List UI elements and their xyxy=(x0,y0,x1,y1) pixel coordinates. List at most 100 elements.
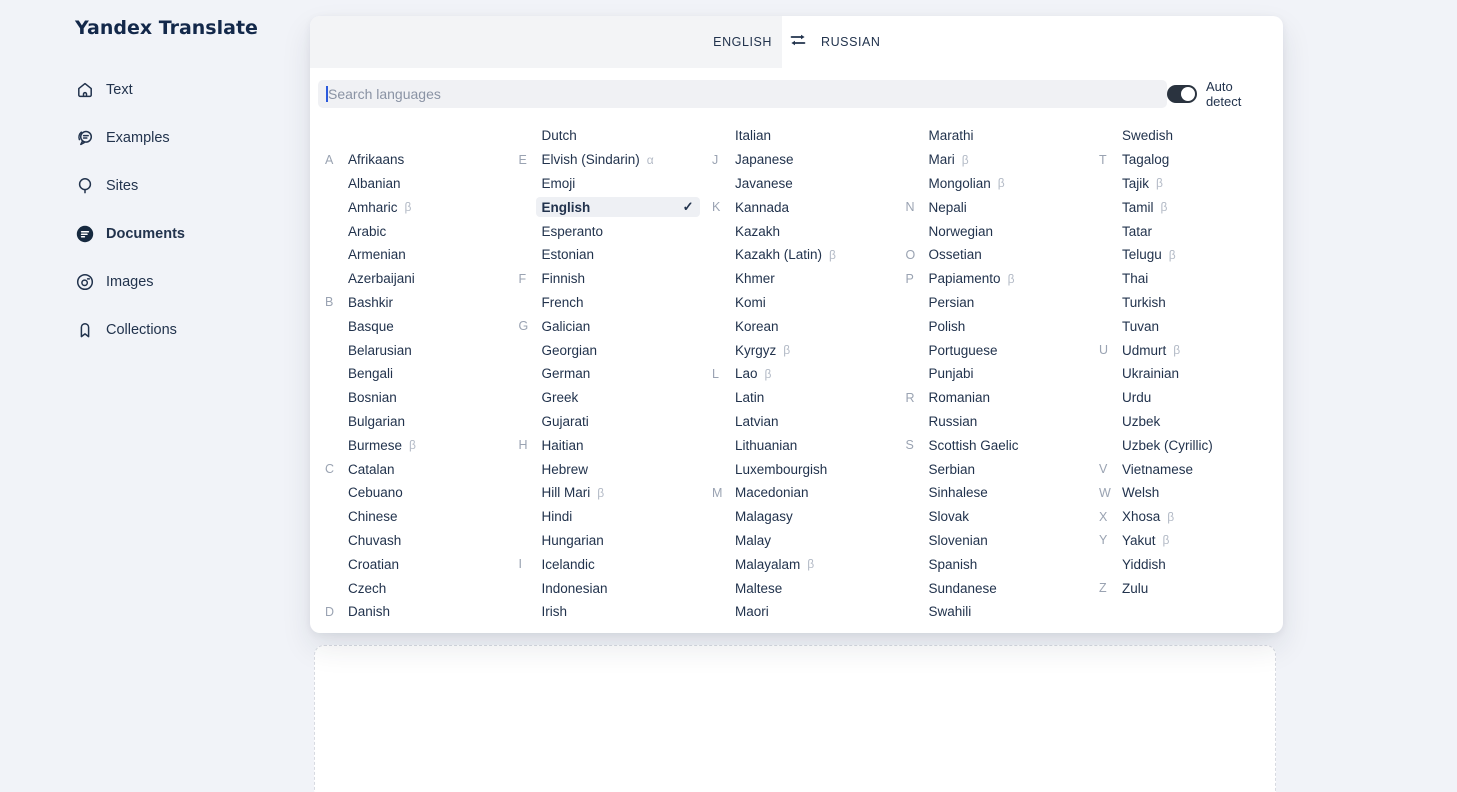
source-language-tab[interactable]: ENGLISH xyxy=(713,35,772,49)
language-item[interactable]: Tamilβ xyxy=(1099,195,1293,219)
language-item[interactable]: NNepali xyxy=(906,195,1100,219)
language-item[interactable]: Irish xyxy=(519,600,713,624)
language-item[interactable]: Norwegian xyxy=(906,219,1100,243)
language-item[interactable]: BBashkir xyxy=(325,291,519,315)
sidebar-item-images[interactable]: Images xyxy=(75,258,185,306)
language-item[interactable]: XXhosaβ xyxy=(1099,505,1293,529)
language-item[interactable]: Croatian xyxy=(325,552,519,576)
language-item[interactable]: Gujarati xyxy=(519,410,713,434)
language-item[interactable]: TTagalog xyxy=(1099,148,1293,172)
sidebar-item-text[interactable]: Text xyxy=(75,66,185,114)
language-item[interactable]: Tuvan xyxy=(1099,314,1293,338)
sidebar-item-sites[interactable]: Sites xyxy=(75,162,185,210)
language-item[interactable]: Albanian xyxy=(325,172,519,196)
language-item[interactable]: Hebrew xyxy=(519,457,713,481)
language-item[interactable]: Arabic xyxy=(325,219,519,243)
language-item[interactable]: UUdmurtβ xyxy=(1099,338,1293,362)
language-item[interactable]: KKannada xyxy=(712,195,906,219)
language-item[interactable]: Chuvash xyxy=(325,529,519,553)
language-item[interactable]: Russian xyxy=(906,410,1100,434)
language-item[interactable]: Punjabi xyxy=(906,362,1100,386)
language-item[interactable]: AAfrikaans xyxy=(325,148,519,172)
search-languages-input[interactable] xyxy=(318,80,1167,108)
language-item[interactable]: Ukrainian xyxy=(1099,362,1293,386)
language-item[interactable]: OOssetian xyxy=(906,243,1100,267)
language-item[interactable]: Burmeseβ xyxy=(325,433,519,457)
sidebar-item-examples[interactable]: Examples xyxy=(75,114,185,162)
language-item[interactable]: Dutch xyxy=(519,124,713,148)
language-item[interactable]: Armenian xyxy=(325,243,519,267)
language-item[interactable]: EElvish (Sindarin)α xyxy=(519,148,713,172)
language-item[interactable]: Sinhalese xyxy=(906,481,1100,505)
language-item[interactable]: Hungarian xyxy=(519,529,713,553)
language-item[interactable]: Mariβ xyxy=(906,148,1100,172)
language-item[interactable]: Basque xyxy=(325,314,519,338)
language-item[interactable]: Malagasy xyxy=(712,505,906,529)
language-item[interactable]: Emoji xyxy=(519,172,713,196)
language-item[interactable]: Belarusian xyxy=(325,338,519,362)
language-item[interactable]: Greek xyxy=(519,386,713,410)
language-item[interactable]: Amharicβ xyxy=(325,195,519,219)
language-item[interactable]: YYakutβ xyxy=(1099,529,1293,553)
language-item[interactable]: Esperanto xyxy=(519,219,713,243)
language-item[interactable]: Uzbek (Cyrillic) xyxy=(1099,433,1293,457)
language-item[interactable]: Czech xyxy=(325,576,519,600)
language-item[interactable]: MMacedonian xyxy=(712,481,906,505)
language-item[interactable]: Latin xyxy=(712,386,906,410)
language-item[interactable]: Serbian xyxy=(906,457,1100,481)
language-item[interactable]: French xyxy=(519,291,713,315)
language-item[interactable]: Lithuanian xyxy=(712,433,906,457)
language-item[interactable]: Portuguese xyxy=(906,338,1100,362)
language-item[interactable]: Bengali xyxy=(325,362,519,386)
language-item[interactable]: RRomanian xyxy=(906,386,1100,410)
language-item[interactable]: Italian xyxy=(712,124,906,148)
language-item[interactable]: Teluguβ xyxy=(1099,243,1293,267)
language-item[interactable]: Khmer xyxy=(712,267,906,291)
language-item[interactable]: Luxembourgish xyxy=(712,457,906,481)
language-item[interactable]: WWelsh xyxy=(1099,481,1293,505)
language-item[interactable]: VVietnamese xyxy=(1099,457,1293,481)
language-item[interactable]: Latvian xyxy=(712,410,906,434)
language-item[interactable]: Persian xyxy=(906,291,1100,315)
language-item[interactable]: Yiddish xyxy=(1099,552,1293,576)
language-item[interactable]: Urdu xyxy=(1099,386,1293,410)
language-item[interactable]: ZZulu xyxy=(1099,576,1293,600)
sidebar-item-collections[interactable]: Collections xyxy=(75,306,185,354)
language-item[interactable]: Tajikβ xyxy=(1099,172,1293,196)
language-item[interactable]: Hill Mariβ xyxy=(519,481,713,505)
language-item[interactable]: Komi xyxy=(712,291,906,315)
language-item[interactable]: Korean xyxy=(712,314,906,338)
language-item[interactable]: Indonesian xyxy=(519,576,713,600)
language-item[interactable]: Slovenian xyxy=(906,529,1100,553)
language-item[interactable]: PPapiamentoβ xyxy=(906,267,1100,291)
language-item[interactable]: German xyxy=(519,362,713,386)
language-item[interactable]: GGalician xyxy=(519,314,713,338)
language-item[interactable]: English✓ xyxy=(519,195,713,219)
language-item[interactable]: Chinese xyxy=(325,505,519,529)
auto-detect-toggle[interactable] xyxy=(1167,85,1197,103)
language-item[interactable]: Tatar xyxy=(1099,219,1293,243)
language-item[interactable]: Kazakh (Latin)β xyxy=(712,243,906,267)
language-item[interactable]: Bulgarian xyxy=(325,410,519,434)
language-item[interactable]: Georgian xyxy=(519,338,713,362)
language-item[interactable]: Bosnian xyxy=(325,386,519,410)
language-item[interactable]: IIcelandic xyxy=(519,552,713,576)
language-item[interactable]: Thai xyxy=(1099,267,1293,291)
language-item[interactable]: Turkish xyxy=(1099,291,1293,315)
language-item[interactable]: Marathi xyxy=(906,124,1100,148)
document-drop-area[interactable] xyxy=(314,645,1276,792)
language-item[interactable]: Maltese xyxy=(712,576,906,600)
language-item[interactable]: LLaoβ xyxy=(712,362,906,386)
language-item[interactable]: DDanish xyxy=(325,600,519,624)
language-item[interactable]: SScottish Gaelic xyxy=(906,433,1100,457)
language-item[interactable]: Malay xyxy=(712,529,906,553)
language-item[interactable]: Malayalamβ xyxy=(712,552,906,576)
language-item[interactable]: Uzbek xyxy=(1099,410,1293,434)
language-item[interactable]: Azerbaijani xyxy=(325,267,519,291)
language-item[interactable]: Estonian xyxy=(519,243,713,267)
language-item[interactable]: Javanese xyxy=(712,172,906,196)
language-item[interactable]: HHaitian xyxy=(519,433,713,457)
language-item[interactable]: Polish xyxy=(906,314,1100,338)
language-item[interactable]: FFinnish xyxy=(519,267,713,291)
language-item[interactable]: Swahili xyxy=(906,600,1100,624)
